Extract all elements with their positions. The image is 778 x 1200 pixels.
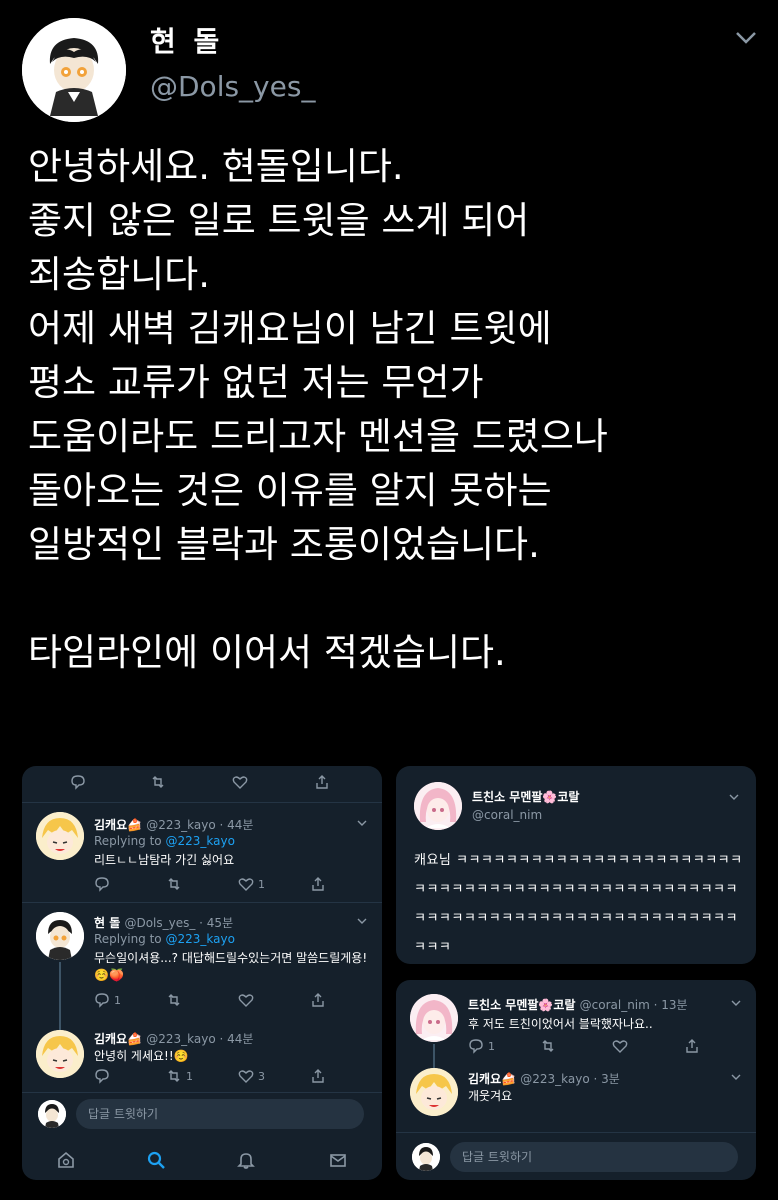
- tweet-actions: 1: [94, 876, 374, 900]
- like-button[interactable]: 3: [238, 1068, 265, 1084]
- share-icon[interactable]: [310, 992, 326, 1008]
- chevron-down-icon[interactable]: [728, 792, 740, 802]
- reply-count: 1: [114, 993, 121, 1007]
- like-icon[interactable]: [232, 774, 248, 790]
- replying-to: Replying to @223_kayo: [94, 834, 235, 848]
- thread-line: [59, 962, 61, 1032]
- tweet-author-name[interactable]: 트친소 무멘팔🌸코랄 @coral_nim · 13분: [468, 996, 688, 1013]
- divider: [22, 1092, 382, 1093]
- like-icon[interactable]: [238, 992, 254, 1008]
- like-button[interactable]: 1: [238, 876, 265, 892]
- tweet-author-name[interactable]: 김캐요🍰 @223_kayo · 44분: [94, 1030, 253, 1047]
- like-count: 3: [258, 1069, 265, 1083]
- reply-icon[interactable]: [70, 774, 86, 790]
- tweet-text: 후 저도 트친이었어서 블락했자나요..: [468, 1017, 653, 1031]
- screenshot-thread-left: 김캐요🍰 @223_kayo · 44분 Replying to @223_ka…: [22, 766, 382, 1180]
- tweet-body-text: 안녕하세요. 현돌입니다. 좋지 않은 일로 트윗을 쓰게 되어 죄송합니다. …: [28, 145, 608, 674]
- reply-input[interactable]: 답글 트윗하기: [76, 1099, 364, 1129]
- tweet-text: 무슨일이셔용...? 대답해드릴수있는거면 말씀드릴게용!☺️🍑: [94, 951, 368, 982]
- tweet-meta: @223_kayo · 3분: [520, 1072, 620, 1086]
- share-icon[interactable]: [310, 876, 326, 892]
- like-icon[interactable]: [612, 1038, 628, 1054]
- avatar[interactable]: [36, 912, 84, 960]
- retweet-icon[interactable]: [166, 876, 182, 892]
- tweet-author-name[interactable]: 현 돌 @Dols_yes_ · 45분: [94, 914, 233, 931]
- avatar[interactable]: [36, 1030, 84, 1078]
- tweet-text: 개웃겨요: [468, 1089, 513, 1103]
- reply-button[interactable]: 1: [94, 992, 121, 1008]
- tweet-meta: @Dols_yes_ · 45분: [124, 916, 234, 930]
- replying-to-link[interactable]: @223_kayo: [165, 932, 234, 946]
- screenshot-coral-thread: 트친소 무멘팔🌸코랄 @coral_nim · 13분 후 저도 트친이었어서 …: [396, 980, 756, 1180]
- reply-button[interactable]: 1: [468, 1038, 495, 1054]
- chevron-down-icon[interactable]: [730, 1072, 742, 1082]
- chevron-down-icon[interactable]: [356, 916, 368, 926]
- tweet-author-name[interactable]: 김캐요🍰 @223_kayo · 3분: [468, 1070, 620, 1087]
- like-count: 1: [258, 877, 265, 891]
- avatar[interactable]: [410, 994, 458, 1042]
- retweet-icon[interactable]: [540, 1038, 556, 1054]
- tweet-actions: 1: [94, 992, 374, 1016]
- notifications-icon[interactable]: [236, 1150, 256, 1170]
- tweet-meta: @223_kayo · 44분: [146, 818, 254, 832]
- reply-icon[interactable]: [94, 1068, 110, 1084]
- retweet-icon: [168, 1070, 180, 1082]
- tweet-actions: [22, 774, 382, 798]
- tweet-meta: @223_kayo · 44분: [146, 1032, 254, 1046]
- home-icon[interactable]: [56, 1150, 76, 1170]
- retweet-button[interactable]: 1: [166, 1068, 193, 1084]
- replying-to: Replying to @223_kayo: [94, 932, 235, 946]
- tweet-text: 리트ㄴㄴ남탐라 가긴 싫어요: [94, 853, 235, 867]
- divider: [22, 802, 382, 803]
- divider: [22, 902, 382, 903]
- tweet-author-name[interactable]: 트친소 무멘팔🌸코랄: [472, 788, 579, 805]
- chevron-down-icon[interactable]: [356, 818, 368, 828]
- like-icon: [238, 1070, 254, 1083]
- screenshot-coral-tweet: 트친소 무멘팔🌸코랄 @coral_nim 캐요님 ㅋㅋㅋㅋㅋㅋㅋㅋㅋㅋㅋㅋㅋㅋ…: [396, 766, 756, 964]
- tweet-header: 현 돌 @Dols_yes_: [0, 0, 778, 130]
- like-icon: [238, 878, 254, 891]
- avatar[interactable]: [414, 782, 462, 830]
- tweet-text: 안녕히 게세요!!☺️: [94, 1049, 189, 1063]
- tweet-author-name[interactable]: 김캐요🍰 @223_kayo · 44분: [94, 816, 253, 833]
- thread-line: [433, 1044, 435, 1068]
- search-icon[interactable]: [146, 1150, 166, 1170]
- tweet-text: 캐요님 ㅋㅋㅋㅋㅋㅋㅋㅋㅋㅋㅋㅋㅋㅋㅋㅋㅋㅋㅋㅋㅋㅋㅋㅋㅋㅋㅋㅋㅋㅋㅋㅋㅋㅋㅋㅋ…: [414, 853, 743, 955]
- messages-icon[interactable]: [328, 1150, 348, 1170]
- reply-icon: [95, 993, 109, 1008]
- composer-avatar: [38, 1100, 66, 1128]
- tweet-actions: 1: [468, 1038, 748, 1062]
- avatar[interactable]: [410, 1068, 458, 1116]
- tweet-actions: 1 3: [94, 1068, 374, 1092]
- reply-input[interactable]: 답글 트윗하기: [450, 1142, 738, 1172]
- tweet-meta: @coral_nim · 13분: [579, 998, 688, 1012]
- retweet-icon[interactable]: [150, 774, 166, 790]
- avatar[interactable]: [36, 812, 84, 860]
- chevron-down-icon[interactable]: [730, 998, 742, 1008]
- author-avatar[interactable]: [22, 18, 126, 122]
- reply-count: 1: [488, 1039, 495, 1053]
- reply-icon: [469, 1039, 483, 1054]
- author-handle[interactable]: @Dols_yes_: [150, 70, 315, 103]
- replying-to-link[interactable]: @223_kayo: [165, 834, 234, 848]
- author-display-name[interactable]: 현 돌: [150, 20, 223, 60]
- composer-avatar: [412, 1143, 440, 1171]
- reply-icon[interactable]: [94, 876, 110, 892]
- divider: [396, 1132, 756, 1133]
- tweet-author-handle[interactable]: @coral_nim: [472, 808, 542, 822]
- chevron-down-icon[interactable]: [734, 28, 758, 48]
- share-icon[interactable]: [310, 1068, 326, 1084]
- retweet-count: 1: [186, 1069, 193, 1083]
- retweet-icon[interactable]: [166, 992, 182, 1008]
- share-icon[interactable]: [314, 774, 330, 790]
- bottom-nav: [22, 1140, 382, 1180]
- share-icon[interactable]: [684, 1038, 700, 1054]
